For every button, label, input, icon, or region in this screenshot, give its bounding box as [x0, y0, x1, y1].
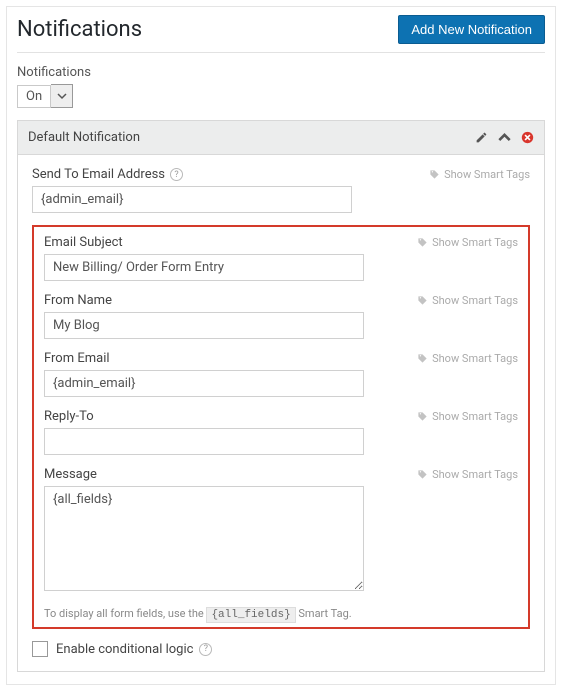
from-email-input[interactable] — [44, 370, 364, 397]
show-smart-tags-link[interactable]: Show Smart Tags — [417, 410, 518, 423]
add-new-notification-button[interactable]: Add New Notification — [398, 15, 545, 44]
show-smart-tags-link[interactable]: Show Smart Tags — [417, 236, 518, 249]
delete-icon[interactable] — [521, 131, 534, 144]
panel-header: Default Notification — [18, 121, 544, 155]
show-smart-tags-link[interactable]: Show Smart Tags — [429, 168, 530, 181]
tag-icon — [417, 237, 428, 248]
all-fields-hint: To display all form fields, use the {all… — [44, 607, 518, 621]
tag-icon — [429, 169, 440, 180]
notifications-toggle-section: Notifications On — [17, 65, 545, 108]
send-to-field: Send To Email Address ? Show Smart Tags — [32, 167, 530, 213]
help-icon[interactable]: ? — [170, 168, 183, 181]
collapse-icon[interactable] — [498, 131, 511, 144]
conditional-logic-row: Enable conditional logic ? — [32, 641, 530, 657]
notifications-toggle-button[interactable] — [51, 84, 73, 108]
notifications-page: Notifications Add New Notification Notif… — [6, 6, 556, 685]
edit-icon[interactable] — [475, 131, 488, 144]
reply-to-field: Reply-To Show Smart Tags — [44, 409, 518, 455]
message-label: Message — [44, 467, 97, 482]
show-smart-tags-link[interactable]: Show Smart Tags — [417, 468, 518, 481]
email-subject-label: Email Subject — [44, 235, 123, 250]
help-icon[interactable]: ? — [199, 643, 212, 656]
tag-icon — [417, 353, 428, 364]
send-to-label: Send To Email Address — [32, 167, 165, 182]
from-name-field: From Name Show Smart Tags — [44, 293, 518, 339]
panel-actions — [475, 131, 534, 144]
tag-icon — [417, 469, 428, 480]
tag-icon — [417, 295, 428, 306]
all-fields-code: {all_fields} — [206, 607, 295, 623]
message-field: Message Show Smart Tags — [44, 467, 518, 595]
divider — [17, 52, 545, 53]
from-email-label: From Email — [44, 351, 110, 366]
tag-icon — [417, 411, 428, 422]
from-name-input[interactable] — [44, 312, 364, 339]
panel-title: Default Notification — [28, 130, 140, 145]
reply-to-label: Reply-To — [44, 409, 94, 424]
email-subject-input[interactable] — [44, 254, 364, 281]
page-header: Notifications Add New Notification — [17, 13, 545, 52]
show-smart-tags-link[interactable]: Show Smart Tags — [417, 352, 518, 365]
reply-to-input[interactable] — [44, 428, 364, 455]
from-email-field: From Email Show Smart Tags — [44, 351, 518, 397]
send-to-input[interactable] — [32, 186, 352, 213]
default-notification-panel: Default Notification Send To Email Addre… — [17, 120, 545, 672]
message-textarea[interactable] — [44, 486, 364, 591]
from-name-label: From Name — [44, 293, 112, 308]
chevron-down-icon — [57, 91, 67, 101]
email-subject-field: Email Subject Show Smart Tags — [44, 235, 518, 281]
show-smart-tags-link[interactable]: Show Smart Tags — [417, 294, 518, 307]
highlighted-fields-box: Email Subject Show Smart Tags From Name — [32, 225, 530, 629]
panel-body: Send To Email Address ? Show Smart Tags … — [18, 155, 544, 671]
conditional-logic-label: Enable conditional logic ? — [56, 642, 212, 657]
page-title: Notifications — [17, 17, 142, 42]
notifications-toggle-label: Notifications — [17, 65, 545, 80]
conditional-logic-checkbox[interactable] — [32, 641, 48, 657]
notifications-toggle-value: On — [17, 85, 51, 108]
